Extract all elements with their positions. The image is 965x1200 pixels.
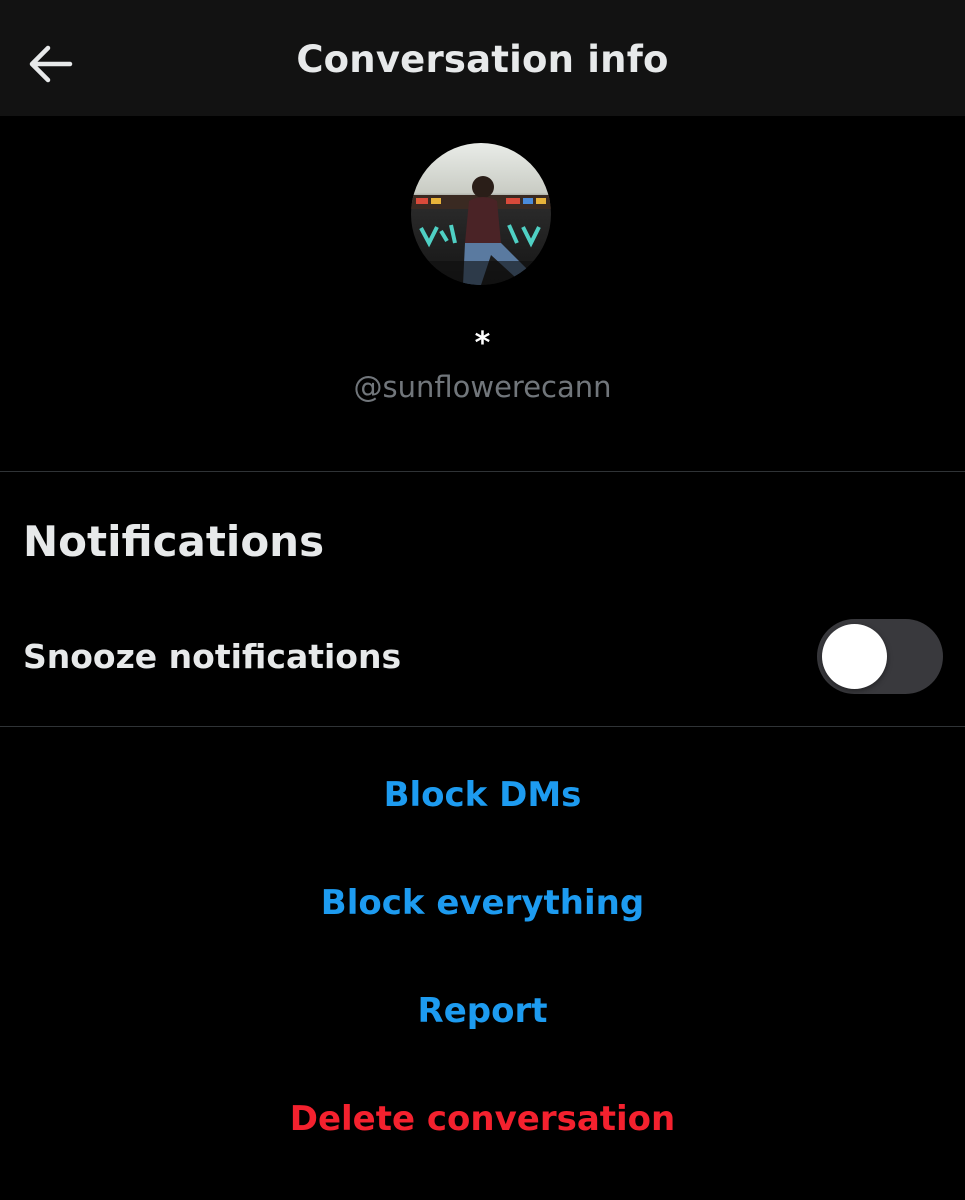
report-button[interactable]: Report xyxy=(0,991,965,1031)
delete-conversation-button[interactable]: Delete conversation xyxy=(0,1099,965,1139)
divider xyxy=(0,471,965,472)
block-dms-button[interactable]: Block DMs xyxy=(0,775,965,815)
divider xyxy=(0,726,965,727)
top-bar: Conversation info xyxy=(0,0,965,116)
profile-photo xyxy=(411,143,551,285)
page-title: Conversation info xyxy=(296,38,669,81)
snooze-notifications-toggle[interactable] xyxy=(817,619,943,694)
block-everything-button[interactable]: Block everything xyxy=(0,883,965,923)
toggle-knob xyxy=(822,624,887,689)
snooze-notifications-label: Snooze notifications xyxy=(23,637,402,676)
notifications-heading: Notifications xyxy=(23,517,325,566)
avatar[interactable] xyxy=(411,143,551,285)
display-name: * xyxy=(474,326,491,361)
username-handle: @sunflowerecann xyxy=(353,370,612,404)
